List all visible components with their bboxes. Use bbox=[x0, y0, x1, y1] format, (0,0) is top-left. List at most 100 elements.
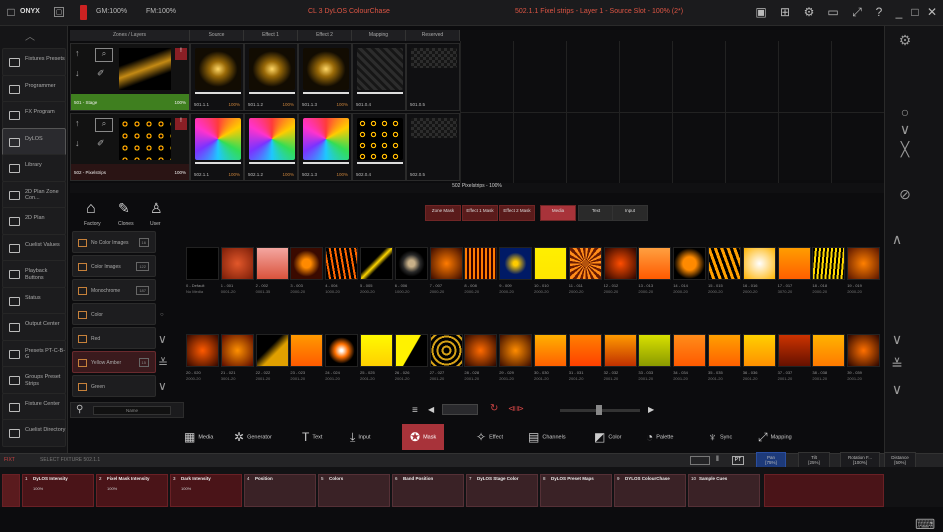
settings-gear-icon[interactable]: ⚙ bbox=[897, 32, 913, 48]
media-thumbnail[interactable] bbox=[325, 247, 359, 280]
layer-cell-502-1-1[interactable]: 502.1.1 100% bbox=[190, 113, 244, 181]
sidebar-item-playback-buttons[interactable]: Playback Buttons bbox=[2, 260, 66, 288]
tool-input[interactable]: ⤓ Input bbox=[350, 424, 371, 450]
fader-3[interactable]: 3 Dark Intensity 100% bbox=[170, 474, 242, 507]
zone-remove-button[interactable]: ! bbox=[175, 48, 187, 60]
fader-8[interactable]: 8 DyLOS Preset Maps bbox=[540, 474, 612, 507]
media-thumbnail[interactable] bbox=[673, 334, 707, 367]
maximize-icon[interactable]: □ bbox=[908, 5, 922, 19]
tool-mask[interactable]: ✪ Mask bbox=[402, 424, 445, 450]
category-green[interactable]: Green bbox=[72, 375, 156, 397]
media-thumbnail[interactable] bbox=[708, 247, 741, 280]
media-thumbnail[interactable] bbox=[499, 334, 533, 367]
tool-color[interactable]: ◩ Color bbox=[594, 424, 622, 450]
tab-effect-2-mask[interactable]: Effect 2 Mask bbox=[499, 205, 535, 221]
sidebar-item-library[interactable]: Library bbox=[2, 154, 66, 182]
layer-cell-501-1-1[interactable]: 501.1.1 100% bbox=[190, 43, 244, 111]
media-thumbnail[interactable] bbox=[638, 247, 672, 280]
help-icon[interactable]: ? bbox=[872, 5, 886, 19]
media-thumbnail[interactable] bbox=[534, 334, 567, 367]
factory-label[interactable]: Factory bbox=[84, 221, 101, 227]
layer-cell-501-0-5[interactable]: 501.0.5 bbox=[406, 43, 460, 111]
arrow-down-icon[interactable]: ↓ bbox=[75, 138, 80, 148]
media-thumbnail[interactable] bbox=[186, 334, 219, 367]
chevron-down-icon[interactable]: ∨ bbox=[889, 331, 905, 347]
zone-2[interactable]: ↑ ↓ ⌕ ✐! 502 - Pixelstrips 100% bbox=[70, 113, 190, 181]
media-thumbnail[interactable] bbox=[290, 247, 324, 280]
media-thumbnail[interactable] bbox=[742, 334, 776, 367]
slider-handle[interactable] bbox=[596, 405, 602, 415]
arrow-up-icon[interactable]: ↑ bbox=[75, 48, 80, 58]
tool-channels[interactable]: ▤ Channels bbox=[528, 424, 566, 450]
media-thumbnail[interactable] bbox=[220, 247, 254, 280]
category-checkbox[interactable] bbox=[78, 263, 87, 271]
scroll-up-arrow-icon[interactable]: ∧ bbox=[889, 231, 905, 247]
fader-5[interactable]: 5 Colors bbox=[318, 474, 390, 507]
sidebar-item-2d-plan[interactable]: 2D Plan bbox=[2, 207, 66, 235]
layer-cell-502-1-2[interactable]: 502.1.2 100% bbox=[244, 113, 298, 181]
zone-remove-button[interactable]: ! bbox=[175, 118, 187, 130]
media-thumbnail[interactable] bbox=[568, 247, 602, 280]
keypad-icon[interactable] bbox=[690, 456, 710, 465]
grand-master-value[interactable]: GM:100% bbox=[96, 8, 127, 15]
sidebar-item-status[interactable]: Status bbox=[2, 286, 66, 315]
zone-1[interactable]: ↑ ↓ ⌕ ✐! 501 - Stage 100% bbox=[70, 43, 190, 111]
brush-icon[interactable]: ✐ bbox=[97, 68, 105, 79]
layer-cell-501-0-4[interactable]: 501.0.4 bbox=[352, 43, 406, 111]
media-thumbnail[interactable] bbox=[812, 247, 846, 280]
media-thumbnail[interactable] bbox=[290, 334, 324, 367]
chevron-down-icon[interactable]: ∨ bbox=[889, 381, 905, 397]
clones-icon[interactable]: ✎ bbox=[118, 200, 130, 217]
media-thumbnail[interactable] bbox=[603, 247, 637, 280]
arrow-down-icon[interactable]: ↓ bbox=[75, 68, 80, 78]
media-thumbnail[interactable] bbox=[847, 247, 881, 280]
layer-cell-501-1-2[interactable]: 501.1.2 100% bbox=[244, 43, 298, 111]
category-monochrome[interactable]: Monochrome 187 bbox=[72, 279, 156, 301]
double-chevron-down-icon[interactable]: ≚ bbox=[158, 356, 168, 370]
tool-effect[interactable]: ✧ Effect bbox=[476, 424, 503, 450]
fader-1[interactable]: 1 DyLOS Intensity 100% bbox=[22, 474, 94, 507]
sidebar-item-cuelist-values[interactable]: Cuelist Values bbox=[2, 233, 66, 262]
keyboard-icon[interactable]: ⌨ bbox=[915, 516, 935, 532]
sidebar-item-2d-plan-zone-con-[interactable]: 2D Plan Zone Con... bbox=[2, 180, 66, 209]
tool-palette[interactable]: ◔ Palette bbox=[646, 424, 673, 450]
fader-extra[interactable] bbox=[764, 474, 884, 507]
sidebar-item-fixtures-presets[interactable]: Fixtures Presets bbox=[2, 48, 66, 76]
media-thumbnail[interactable] bbox=[568, 334, 602, 367]
media-thumbnail[interactable] bbox=[742, 247, 776, 280]
arrow-up-icon[interactable]: ↑ bbox=[75, 118, 80, 128]
expand-icon[interactable]: ⤢ bbox=[850, 5, 864, 19]
category-red[interactable]: Red bbox=[72, 327, 156, 349]
media-thumbnail[interactable] bbox=[603, 334, 637, 367]
layer-cell-502-0-5[interactable]: 502.0.5 bbox=[406, 113, 460, 181]
sidebar-item-dylos[interactable]: DyLOS bbox=[2, 127, 66, 156]
double-chevron-down-icon[interactable]: ≚ bbox=[889, 356, 905, 372]
layer-cell-502-1-3[interactable]: 502.1.3 100% bbox=[298, 113, 352, 181]
category-checkbox[interactable] bbox=[78, 335, 87, 343]
clones-label[interactable]: Clones bbox=[118, 221, 134, 227]
category-color[interactable]: Color bbox=[72, 303, 156, 325]
media-thumbnail[interactable] bbox=[673, 247, 707, 280]
monitor-icon[interactable]: ▣ bbox=[754, 5, 768, 19]
tab-media[interactable]: Media bbox=[540, 205, 576, 221]
edit-zone-icon[interactable]: ⌕ bbox=[95, 118, 113, 132]
factory-icon[interactable]: ⌂ bbox=[86, 200, 96, 218]
media-thumbnail[interactable] bbox=[255, 334, 289, 367]
media-thumbnail[interactable] bbox=[360, 334, 393, 367]
category-no-color-images[interactable]: No Color Images 16 bbox=[72, 231, 156, 253]
bounce-icon[interactable]: ⧏⧐ bbox=[508, 404, 524, 413]
sidebar-item-programmer[interactable]: Programmer bbox=[2, 74, 66, 103]
brush-icon[interactable]: ✐ bbox=[97, 138, 105, 149]
minimize-icon[interactable]: _ bbox=[892, 5, 906, 19]
fader-9[interactable]: 9 DYLOS ColourChase bbox=[614, 474, 686, 507]
media-thumbnail[interactable] bbox=[847, 334, 881, 367]
media-thumbnail[interactable] bbox=[394, 334, 428, 367]
category-yellow-amber[interactable]: Yellow Amber 15 bbox=[72, 351, 156, 373]
tab-input[interactable]: Input bbox=[612, 205, 648, 221]
media-thumbnail[interactable] bbox=[429, 334, 463, 367]
tool-media[interactable]: ▦ Media bbox=[184, 424, 213, 450]
chevron-down-icon[interactable]: ∨ bbox=[158, 379, 167, 393]
media-thumbnail[interactable] bbox=[638, 334, 672, 367]
media-thumbnail[interactable] bbox=[708, 334, 741, 367]
chat-icon[interactable]: ▭ bbox=[826, 5, 840, 19]
